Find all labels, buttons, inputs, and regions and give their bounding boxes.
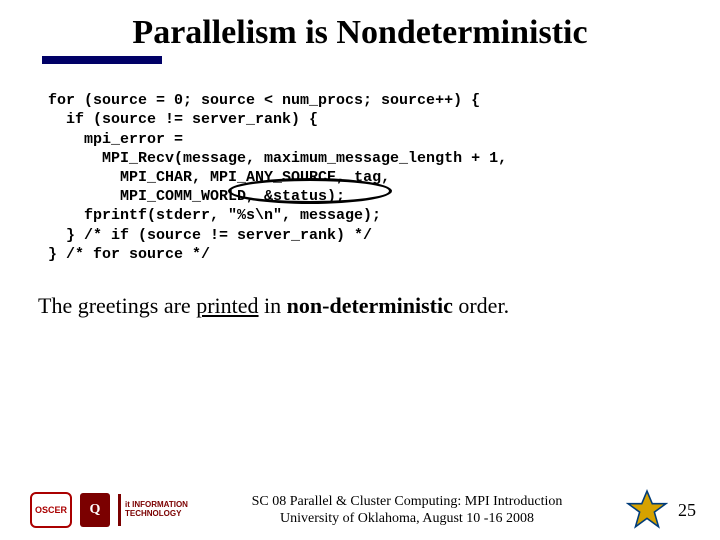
printed-word: printed (196, 293, 258, 318)
sc-badge-icon (626, 489, 668, 531)
nondeterministic-word: non-deterministic (287, 293, 453, 318)
code-block: for (source = 0; source < num_procs; sou… (0, 64, 720, 283)
ou-logo: Q (80, 493, 110, 527)
code-line: } /* if (source != server_rank) */ (48, 227, 372, 244)
footer-text: SC 08 Parallel & Cluster Computing: MPI … (188, 493, 626, 528)
code-line: MPI_CHAR, MPI_ANY_SOURCE, tag, (48, 169, 390, 186)
code-line: MPI_Recv(message, maximum_message_length… (48, 150, 507, 167)
code-line: MPI_COMM_WORLD, &status); (48, 188, 345, 205)
code-line: if (source != server_rank) { (48, 111, 318, 128)
slide-title: Parallelism is Nondeterministic (0, 0, 720, 58)
oscer-logo: OSCER (30, 492, 72, 528)
code-highlighted-term: MPI_ANY_SOURCE (210, 168, 336, 187)
code-line: } /* for source */ (48, 246, 210, 263)
logo-group: OSCER Q it INFORMATION TECHNOLOGY (0, 492, 188, 528)
it-logo: it INFORMATION TECHNOLOGY (118, 494, 188, 526)
code-line: for (source = 0; source < num_procs; sou… (48, 92, 480, 109)
footer-line-1: SC 08 Parallel & Cluster Computing: MPI … (188, 493, 626, 511)
page-number: 25 (678, 500, 720, 521)
code-line: fprintf(stderr, "%s\n", message); (48, 207, 381, 224)
code-line: mpi_error = (48, 131, 183, 148)
footer-line-2: University of Oklahoma, August 10 -16 20… (188, 510, 626, 528)
title-accent-bar (42, 56, 162, 64)
body-sentence: The greetings are printed in non-determi… (0, 283, 720, 319)
slide-footer: OSCER Q it INFORMATION TECHNOLOGY SC 08 … (0, 486, 720, 534)
